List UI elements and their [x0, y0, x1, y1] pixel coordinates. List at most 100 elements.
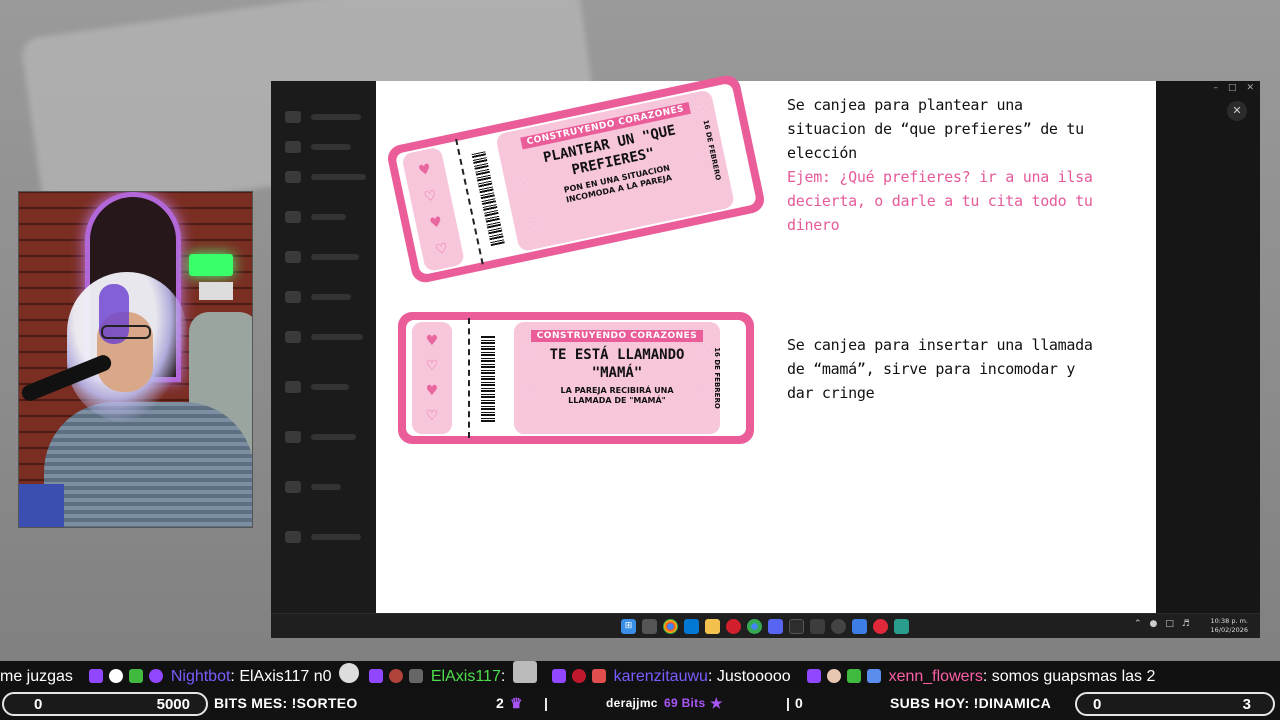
emote-icon [512, 661, 537, 683]
terminal-icon[interactable] [789, 619, 804, 634]
heart-icon: ♡ [422, 187, 439, 206]
heart-icon: ♥ [425, 332, 439, 349]
chat-username: xenn_flowers [888, 668, 983, 685]
chrome-icon[interactable] [663, 619, 678, 634]
divider: | [544, 695, 549, 711]
screen-share: – □ ✕ ✕ ♥ ♡ ♥ ♡ CONSTRUYENDO CORAZONES P… [271, 73, 1260, 638]
windows-start-icon[interactable]: ⊞ [621, 619, 636, 634]
app-teal-icon[interactable] [894, 619, 909, 634]
bits-goal-max: 5000 [156, 696, 190, 713]
bits-goal-bar: 0 5000 [2, 692, 208, 716]
streamer-shirt [44, 402, 252, 527]
x-badge-icon [592, 669, 607, 683]
robot-badge-icon [109, 669, 124, 683]
mic-icon[interactable]: ● [1150, 619, 1158, 629]
glitch-badge-icon [867, 669, 882, 683]
taskbar-clock[interactable]: 10:38 p. m. 16/02/2026 [1211, 617, 1248, 635]
chrome-alt-icon[interactable] [747, 619, 762, 634]
heart-icon: ♡ [522, 344, 537, 363]
folder-icon[interactable] [705, 619, 720, 634]
heart-icon: ♡ [524, 213, 543, 236]
subs-goal-label: SUBS HOY: !DINAMICA [890, 695, 1051, 711]
last-cheer-amount: 69 Bits [664, 696, 706, 710]
app-sidebar-dim [271, 81, 376, 613]
bits-goal-min: 0 [34, 696, 43, 713]
network-icon[interactable]: □ [1165, 619, 1174, 629]
shelf-item [199, 282, 233, 300]
chat-ticker: me juzgas Nightbot: ElAxis117 n0 ElAxis1… [0, 661, 1280, 689]
store-icon[interactable] [684, 619, 699, 634]
ticket-description: Se canjea para insertar una llamada de “… [787, 336, 1093, 402]
check-badge-icon [847, 669, 862, 683]
app-icon[interactable] [810, 619, 825, 634]
heart-icon: ♡ [524, 384, 539, 403]
discord-icon[interactable] [768, 619, 783, 634]
subs-goal-bar: 0 3 [1075, 692, 1275, 716]
divider: | [786, 695, 791, 711]
windows-taskbar: ⊞ ⌃ ● □ ♬ 10:38 p. m. 16/02/2026 [271, 613, 1260, 638]
opera-icon[interactable] [726, 619, 741, 634]
subscriber-badge-icon [807, 669, 822, 683]
chat-message: karenzitauwu: Justooooo [613, 668, 791, 685]
subscriber-badge-icon [369, 669, 384, 683]
heart-icon: ♡ [425, 407, 439, 424]
subscriber-badge-icon [552, 669, 567, 683]
window-controls: – □ ✕ [1213, 83, 1254, 93]
glasses [101, 325, 151, 339]
subs-goal-max: 3 [1242, 696, 1251, 713]
subs-count: 2 [496, 695, 505, 711]
volume-icon[interactable]: ♬ [1182, 619, 1190, 629]
last-cheer-user: derajjmc [606, 696, 658, 710]
bits-star-icon: ★ [710, 695, 723, 711]
task-view-icon[interactable] [642, 619, 657, 634]
ticket-title: TE ESTÁ LLAMANDO "MAMÁ" [549, 347, 685, 381]
ticket-stub: ♥ ♡ ♥ ♡ [412, 322, 452, 434]
settings-icon[interactable] [831, 619, 846, 634]
ticket-subtitle: LA PAREJA RECIBIRÁ UNA LLAMADA DE "MAMÁ" [560, 386, 674, 405]
slide-page: ♥ ♡ ♥ ♡ CONSTRUYENDO CORAZONES PLANTEAR … [376, 73, 1156, 613]
stream-goals-bar: 0 5000 BITS MES: !SORTEO 2 ♛ | derajjmc … [0, 689, 1280, 720]
heart-icon: ♡ [433, 239, 450, 259]
coupon-ticket: ♥ ♡ ♥ ♡ CONSTRUYENDO CORAZONES TE ESTÁ L… [398, 312, 754, 444]
subscriber-badge-icon [89, 669, 104, 683]
ticket-body: CONSTRUYENDO CORAZONES TE ESTÁ LLAMANDO … [514, 322, 720, 434]
emote-icon [338, 663, 359, 683]
record-badge-icon [572, 669, 587, 683]
record-icon[interactable] [873, 619, 888, 634]
example-text: Ejem: ¿Qué prefieres? ir a una ilsa deci… [787, 168, 1093, 234]
app-blue-icon[interactable] [852, 619, 867, 634]
subs-goal-min: 0 [1093, 696, 1102, 713]
desk-corner [19, 484, 64, 527]
ticket-description: Se canjea para plantear una situacion de… [787, 93, 1093, 237]
ticket-body: CONSTRUYENDO CORAZONES PLANTEAR UN "QUE … [495, 89, 736, 253]
webcam-feed [18, 191, 253, 528]
neon-sign [189, 254, 233, 276]
viewer-close-button[interactable]: ✕ [1227, 101, 1247, 121]
window-close-icon[interactable]: ✕ [1246, 83, 1254, 93]
barcode [481, 336, 495, 422]
cheer-count: 0 [795, 695, 804, 711]
avatar-badge-icon [827, 669, 842, 683]
chat-username: karenzitauwu [613, 668, 708, 685]
heart-icon: ♥ [425, 382, 439, 399]
heart-icon: ♡ [693, 384, 708, 403]
chat-username: Nightbot [170, 668, 231, 685]
app-right-panel-dim [1156, 81, 1260, 613]
chat-username: ElAxis117 [430, 668, 501, 685]
check-badge-icon [129, 669, 144, 683]
maximize-icon[interactable]: □ [1228, 83, 1237, 93]
minimize-icon[interactable]: – [1213, 83, 1218, 93]
ticket-banner: CONSTRUYENDO CORAZONES [530, 330, 704, 342]
heart-icon: ♥ [428, 213, 444, 232]
system-tray: ⌃ ● □ ♬ [1134, 619, 1190, 629]
heart-icon: ♥ [416, 160, 433, 179]
bits-goal-label: BITS MES: !SORTEO [214, 695, 358, 711]
ticket-date: 16 DE FEBRERO [713, 347, 722, 409]
chevron-up-icon[interactable]: ⌃ [1134, 619, 1142, 629]
crown-icon: ♛ [510, 695, 523, 711]
chat-message: Nightbot: ElAxis117 n0 [170, 668, 332, 685]
perforation-line [468, 318, 470, 438]
heart-icon: ♡ [425, 357, 439, 374]
heart-icon: ♡ [697, 344, 712, 363]
verified-badge-icon [149, 669, 164, 683]
